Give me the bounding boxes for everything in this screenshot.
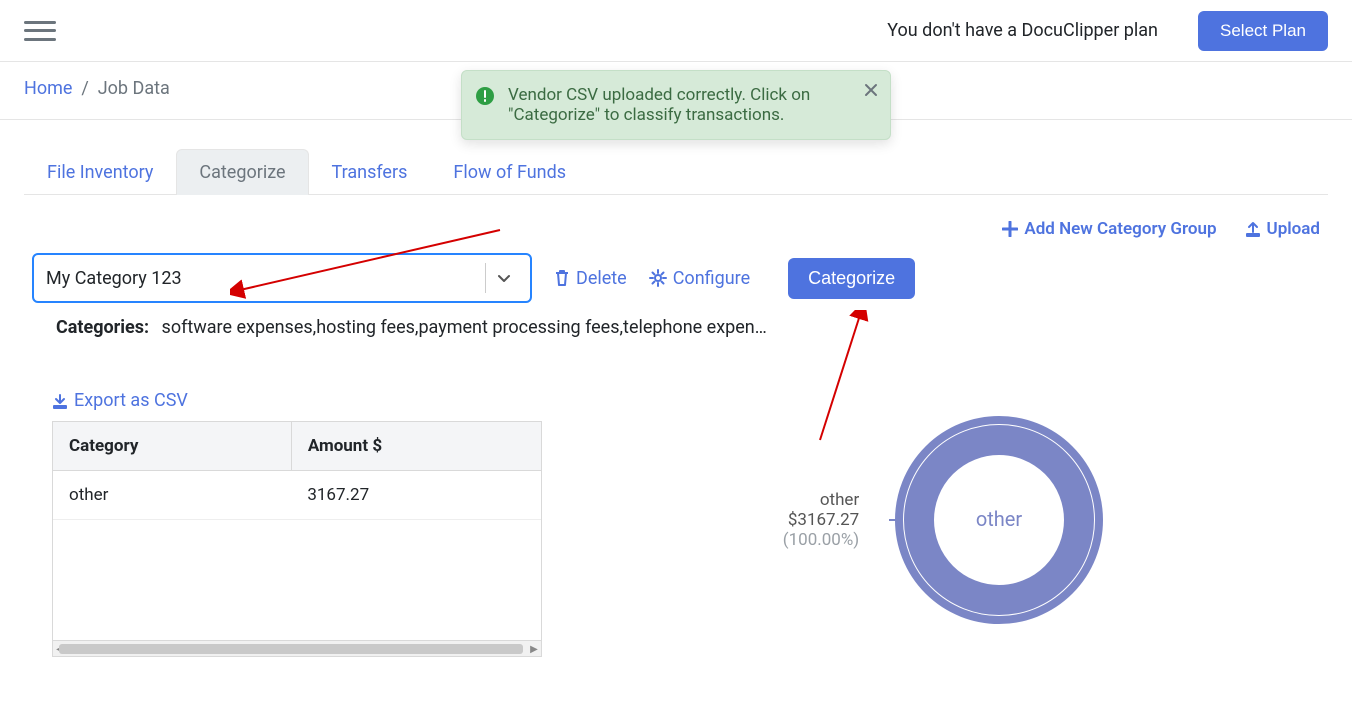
configure-button[interactable]: Configure: [649, 268, 750, 289]
toast-message: Vendor CSV uploaded correctly. Click on …: [508, 85, 810, 125]
category-group-select[interactable]: My Category 123: [32, 253, 532, 303]
chart-legend: other $3167.27 (100.00%): [783, 490, 859, 550]
upload-button[interactable]: Upload: [1245, 219, 1320, 239]
category-row: My Category 123 Delete Configure Categor…: [0, 245, 1352, 303]
toast-close-button[interactable]: [864, 83, 878, 97]
delete-button[interactable]: Delete: [554, 268, 627, 289]
tab-flow-of-funds[interactable]: Flow of Funds: [430, 149, 589, 195]
categories-text: software expenses,hosting fees,payment p…: [162, 317, 767, 338]
col-amount[interactable]: Amount $: [291, 422, 541, 471]
delete-label: Delete: [576, 268, 627, 289]
col-category[interactable]: Category: [53, 422, 291, 471]
donut-chart[interactable]: other: [889, 410, 1109, 630]
tab-categorize[interactable]: Categorize: [176, 149, 308, 195]
success-toast: Vendor CSV uploaded correctly. Click on …: [461, 70, 891, 140]
tab-transfers[interactable]: Transfers: [309, 149, 431, 195]
categorize-button[interactable]: Categorize: [788, 258, 915, 299]
menu-toggle-button[interactable]: [24, 19, 56, 43]
add-group-label: Add New Category Group: [1024, 219, 1216, 239]
plus-icon: [1002, 221, 1018, 237]
category-table: Category Amount $ other 3167.27 ◀ ▶: [52, 421, 542, 657]
cell-category: other: [53, 471, 291, 520]
chevron-down-icon: [496, 270, 512, 286]
legend-amount: $3167.27: [783, 510, 859, 530]
export-csv-button[interactable]: Export as CSV: [52, 390, 188, 411]
breadcrumb-home[interactable]: Home: [24, 78, 72, 99]
donut-chart-area: other $3167.27 (100.00%) other: [592, 410, 1300, 630]
close-icon: [864, 83, 878, 97]
right-toolbar: Add New Category Group Upload: [0, 195, 1352, 245]
success-icon: [476, 87, 494, 105]
gear-icon: [649, 269, 667, 287]
upload-label: Upload: [1267, 219, 1320, 239]
plan-status-text: You don't have a DocuClipper plan: [887, 20, 1158, 41]
add-category-group-button[interactable]: Add New Category Group: [1002, 219, 1216, 239]
export-csv-label: Export as CSV: [74, 390, 188, 411]
legend-percent: (100.00%): [783, 530, 859, 550]
select-plan-button[interactable]: Select Plan: [1198, 11, 1328, 51]
breadcrumb-current: Job Data: [98, 78, 170, 99]
download-icon: [52, 393, 68, 409]
configure-label: Configure: [673, 268, 750, 289]
breadcrumb-sep: /: [77, 78, 98, 99]
cell-amount: 3167.27: [291, 471, 541, 520]
trash-icon: [554, 269, 570, 287]
legend-name: other: [783, 490, 859, 510]
top-bar: You don't have a DocuClipper plan Select…: [0, 0, 1352, 62]
category-group-caret[interactable]: [485, 263, 522, 293]
tab-file-inventory[interactable]: File Inventory: [24, 149, 176, 195]
category-group-value: My Category 123: [46, 268, 182, 289]
donut-center-label: other: [976, 507, 1023, 531]
upload-icon: [1245, 221, 1261, 237]
categories-label: Categories:: [56, 317, 149, 338]
tab-bar: File Inventory Categorize Transfers Flow…: [24, 148, 1328, 195]
table-h-scrollbar[interactable]: ◀ ▶: [53, 640, 541, 656]
categories-summary: Categories: software expenses,hosting fe…: [0, 303, 1352, 338]
table-row[interactable]: other 3167.27: [53, 471, 541, 520]
